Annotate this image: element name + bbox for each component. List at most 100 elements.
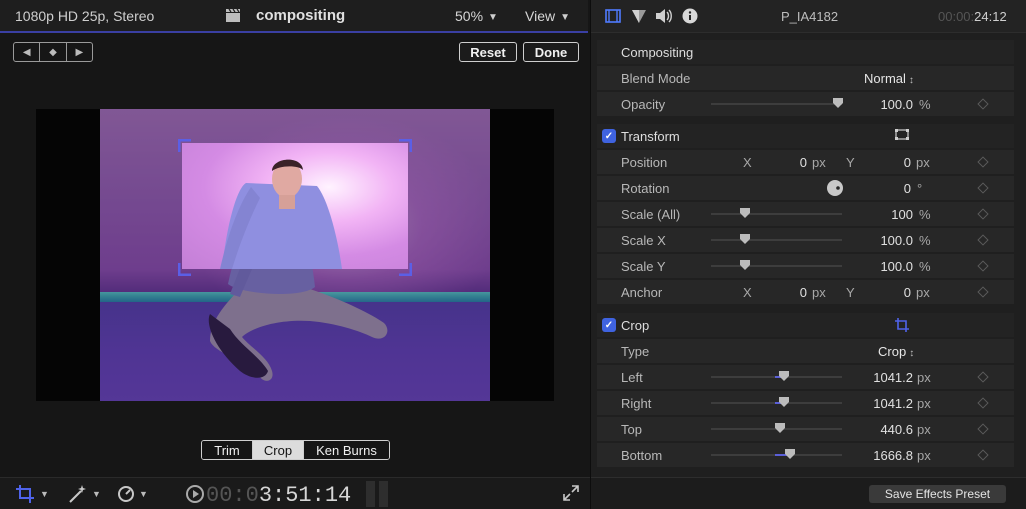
speed-menu[interactable]: ▼ bbox=[117, 485, 148, 503]
anchor-y-value[interactable]: 0 bbox=[869, 285, 911, 300]
slider-knob[interactable] bbox=[740, 260, 750, 270]
scale-y-value[interactable]: 100.0 bbox=[859, 259, 913, 274]
opacity-value[interactable]: 100.0 bbox=[859, 97, 913, 112]
crop-left-unit: px bbox=[917, 370, 931, 385]
crop-bottom-value[interactable]: 1666.8 bbox=[859, 448, 913, 463]
timecode-display[interactable]: 00:03:51:14 bbox=[186, 483, 351, 508]
clapper-icon bbox=[226, 9, 240, 22]
crop-handle-top-left[interactable] bbox=[178, 139, 192, 153]
keyframe-diamond-icon[interactable] bbox=[977, 234, 989, 246]
clip-duration-value: 24:12 bbox=[974, 9, 1007, 24]
crop-handle-top-right[interactable] bbox=[398, 139, 412, 153]
keyframe-diamond-icon[interactable] bbox=[977, 260, 989, 272]
slider-knob[interactable] bbox=[779, 371, 789, 381]
view-menu[interactable]: View ▼ bbox=[525, 8, 570, 24]
keyframe-diamond-icon[interactable] bbox=[977, 371, 989, 383]
crop-type-label: Type bbox=[621, 344, 650, 359]
slider-knob[interactable] bbox=[740, 234, 750, 244]
blend-mode-popup[interactable]: Normal ↕ bbox=[864, 71, 914, 86]
crop-mode-selector: Trim Crop Ken Burns bbox=[201, 440, 390, 460]
crop-onscreen-icon[interactable] bbox=[895, 318, 909, 332]
anchor-label: Anchor bbox=[621, 285, 663, 300]
rotation-value[interactable]: 0 bbox=[869, 181, 911, 196]
color-inspector-icon[interactable] bbox=[631, 8, 647, 24]
keyframe-diamond-icon[interactable] bbox=[977, 423, 989, 435]
anchor-x-unit: px bbox=[812, 285, 826, 300]
crop-handle-bottom-left[interactable] bbox=[178, 262, 192, 276]
slider-knob[interactable] bbox=[740, 208, 750, 218]
scale-y-row: Scale Y 100.0 % bbox=[597, 254, 1014, 278]
crop-top-row: Top 440.6 px bbox=[597, 417, 1014, 441]
scale-all-value[interactable]: 100 bbox=[859, 207, 913, 222]
keyframe-prev-icon[interactable]: ◀ bbox=[14, 43, 39, 61]
format-label: 1080p HD 25p, Stereo bbox=[15, 8, 155, 24]
keyframe-diamond-icon[interactable] bbox=[977, 208, 989, 220]
audio-inspector-icon[interactable] bbox=[655, 8, 673, 24]
position-y-value[interactable]: 0 bbox=[869, 155, 911, 170]
keyframe-next-icon[interactable]: ▶ bbox=[65, 43, 92, 61]
ken-burns-mode-button[interactable]: Ken Burns bbox=[304, 441, 389, 459]
crop-type-popup[interactable]: Crop ↕ bbox=[878, 344, 914, 359]
keyframe-diamond-icon[interactable] bbox=[977, 449, 989, 461]
keyframe-add-icon[interactable]: ◆ bbox=[39, 43, 65, 61]
fullscreen-icon[interactable] bbox=[563, 485, 579, 501]
slider-knob[interactable] bbox=[779, 397, 789, 407]
updown-arrows-icon: ↕ bbox=[908, 75, 914, 86]
crop-tool-icon bbox=[16, 485, 34, 503]
position-x-value[interactable]: 0 bbox=[765, 155, 807, 170]
transform-checkbox[interactable]: ✓ bbox=[602, 129, 616, 143]
crop-header[interactable]: ✓ Crop bbox=[597, 313, 1014, 337]
crop-top-value[interactable]: 440.6 bbox=[859, 422, 913, 437]
compositing-header[interactable]: Compositing bbox=[597, 40, 1014, 64]
crop-bottom-slider[interactable] bbox=[711, 449, 842, 459]
anchor-y-axis: Y bbox=[846, 285, 855, 300]
compositing-title: Compositing bbox=[621, 45, 694, 60]
crop-right-value[interactable]: 1041.2 bbox=[859, 396, 913, 411]
scale-x-unit: % bbox=[919, 233, 931, 248]
rotation-dial[interactable] bbox=[826, 179, 844, 197]
slider-knob[interactable] bbox=[775, 423, 785, 433]
rotation-label: Rotation bbox=[621, 181, 670, 196]
crop-bottom-unit: px bbox=[917, 448, 931, 463]
done-button[interactable]: Done bbox=[523, 42, 579, 62]
crop-handle-bottom-right[interactable] bbox=[398, 262, 412, 276]
keyframe-diamond-icon[interactable] bbox=[977, 98, 989, 110]
transform-header[interactable]: ✓ Transform bbox=[597, 124, 1014, 148]
slider-knob[interactable] bbox=[785, 449, 795, 459]
info-inspector-icon[interactable] bbox=[682, 8, 698, 24]
scale-y-slider[interactable] bbox=[711, 260, 842, 270]
anchor-x-value[interactable]: 0 bbox=[765, 285, 807, 300]
crop-top-slider[interactable] bbox=[711, 423, 842, 433]
rotation-unit: ° bbox=[917, 181, 923, 196]
crop-right-label: Right bbox=[621, 396, 652, 411]
transform-onscreen-icon[interactable] bbox=[895, 129, 909, 141]
zoom-menu[interactable]: 50% ▼ bbox=[455, 8, 498, 24]
crop-left-slider[interactable] bbox=[711, 371, 842, 381]
blend-mode-label: Blend Mode bbox=[621, 71, 691, 86]
keyframe-diamond-icon[interactable] bbox=[977, 286, 989, 298]
slider-knob[interactable] bbox=[833, 98, 843, 108]
opacity-slider[interactable] bbox=[711, 98, 843, 108]
crop-mode-button[interactable]: Crop bbox=[253, 441, 304, 459]
video-inspector-icon[interactable] bbox=[605, 8, 621, 24]
enhance-menu[interactable]: ▼ bbox=[68, 485, 101, 503]
timecode-value: 3:51:14 bbox=[258, 483, 352, 508]
crop-area[interactable] bbox=[182, 143, 408, 269]
crop-right-slider[interactable] bbox=[711, 397, 842, 407]
keyframe-diamond-icon[interactable] bbox=[977, 182, 989, 194]
crop-checkbox[interactable]: ✓ bbox=[602, 318, 616, 332]
save-effects-preset-button[interactable]: Save Effects Preset bbox=[869, 485, 1006, 503]
trim-mode-button[interactable]: Trim bbox=[202, 441, 253, 459]
scale-x-slider[interactable] bbox=[711, 234, 842, 244]
chevron-down-icon: ▼ bbox=[560, 12, 570, 23]
crop-tool-menu[interactable]: ▼ bbox=[16, 485, 49, 503]
scale-x-value[interactable]: 100.0 bbox=[859, 233, 913, 248]
keyframe-diamond-icon[interactable] bbox=[977, 156, 989, 168]
zoom-value: 50% bbox=[455, 8, 484, 24]
crop-left-value[interactable]: 1041.2 bbox=[859, 370, 913, 385]
anchor-y-unit: px bbox=[916, 285, 930, 300]
reset-button[interactable]: Reset bbox=[459, 42, 517, 62]
crop-type-value: Crop bbox=[878, 344, 907, 359]
keyframe-diamond-icon[interactable] bbox=[977, 397, 989, 409]
scale-all-slider[interactable] bbox=[711, 208, 842, 218]
